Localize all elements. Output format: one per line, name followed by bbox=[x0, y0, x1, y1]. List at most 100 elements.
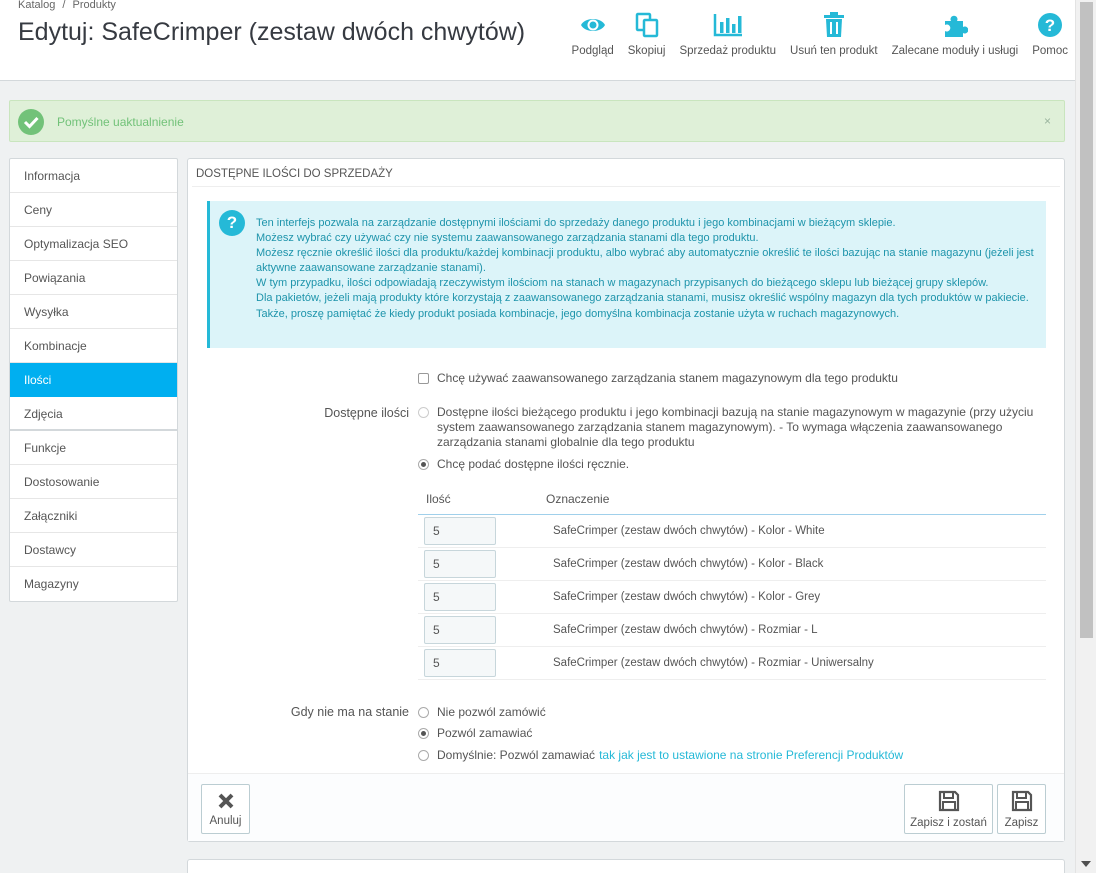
help-icon: ? bbox=[1035, 10, 1065, 40]
breadcrumb: Katalog / Produkty bbox=[18, 0, 120, 11]
page-title: Edytuj: SafeCrimper (zestaw dwóch chwytó… bbox=[18, 18, 526, 46]
panel-heading: Dostępne ilości do sprzedaży bbox=[196, 168, 393, 180]
info-line: Możesz ręcznie określić ilości dla produ… bbox=[256, 247, 1034, 275]
help-button[interactable]: ? Pomoc bbox=[1025, 10, 1075, 57]
page-scrollbar[interactable] bbox=[1075, 0, 1096, 873]
success-alert: Pomyślne uaktualnienie × bbox=[9, 100, 1065, 142]
alert-message: Pomyślne uaktualnienie bbox=[57, 115, 184, 129]
bar-chart-icon bbox=[713, 10, 743, 40]
oos-option-deny[interactable]: Nie pozwól zamówić bbox=[418, 705, 546, 720]
available-quantities-label: Dostępne ilości bbox=[324, 406, 409, 420]
oos-option-allow[interactable]: Pozwól zamawiać bbox=[418, 726, 532, 741]
recommended-modules-label: Zalecane moduły i usługi bbox=[891, 45, 1019, 57]
save-and-stay-label: Zapisz i zostań bbox=[910, 816, 987, 829]
eye-icon bbox=[578, 10, 608, 40]
scroll-down-arrow-icon[interactable] bbox=[1081, 861, 1091, 867]
info-line: Ten interfejs pozwala na zarządzanie dos… bbox=[256, 217, 896, 229]
page-header: Katalog / Produkty Edytuj: SafeCrimper (… bbox=[0, 0, 1075, 81]
info-line: W tym przypadku, ilości odpowiadają rzec… bbox=[256, 277, 989, 290]
tab-ilosci[interactable]: Ilości bbox=[10, 363, 177, 397]
duplicate-button[interactable]: Skopiuj bbox=[621, 10, 673, 57]
floppy-disk-icon bbox=[938, 790, 959, 811]
default-orders-radio[interactable] bbox=[418, 750, 429, 761]
sales-button[interactable]: Sprzedaż produktu bbox=[672, 10, 783, 57]
default-orders-label: Domyślnie: Pozwól zamawiać bbox=[437, 748, 596, 762]
tab-powiazania[interactable]: Powiązania bbox=[10, 261, 177, 295]
preview-label: Podgląd bbox=[571, 45, 614, 57]
available-option-stock-based[interactable]: Dostępne ilości bieżącego produktu i jeg… bbox=[418, 405, 1038, 450]
info-line: Możesz wybrać czy używać czy nie systemu… bbox=[256, 232, 759, 245]
quantity-input[interactable] bbox=[424, 649, 496, 677]
save-label: Zapisz bbox=[1004, 816, 1039, 829]
combination-name: SafeCrimper (zestaw dwóch chwytów) - Kol… bbox=[553, 558, 824, 570]
available-option-manual[interactable]: Chcę podać dostępne ilości ręcznie. bbox=[418, 457, 1038, 472]
combination-name: SafeCrimper (zestaw dwóch chwytów) - Kol… bbox=[553, 591, 821, 603]
info-box: ? Ten interfejs pozwala na zarządzanie d… bbox=[207, 201, 1046, 348]
svg-text:?: ? bbox=[1045, 16, 1055, 35]
close-icon[interactable]: × bbox=[1044, 114, 1051, 128]
cancel-button[interactable]: Anuluj bbox=[201, 784, 250, 834]
tab-wysylka[interactable]: Wysyłka bbox=[10, 295, 177, 329]
name-column-header: Oznaczenie bbox=[546, 492, 610, 506]
allow-orders-label: Pozwól zamawiać bbox=[437, 726, 533, 740]
combination-name: SafeCrimper (zestaw dwóch chwytów) - Roz… bbox=[553, 657, 874, 669]
deny-orders-label: Nie pozwól zamówić bbox=[437, 705, 546, 719]
breadcrumb-products[interactable]: Produkty bbox=[73, 0, 116, 11]
combination-name: SafeCrimper (zestaw dwóch chwytów) - Kol… bbox=[553, 525, 825, 537]
save-button[interactable]: Zapisz bbox=[997, 784, 1046, 834]
copy-icon bbox=[632, 10, 662, 40]
delete-label: Usuń ten produkt bbox=[790, 45, 878, 57]
puzzle-icon bbox=[940, 10, 970, 40]
quantities-panel: Dostępne ilości do sprzedaży ? Ten inter… bbox=[187, 158, 1065, 842]
scrollbar-thumb[interactable] bbox=[1080, 2, 1093, 638]
recommended-modules-button[interactable]: Zalecane moduły i usługi bbox=[885, 10, 1026, 57]
help-label: Pomoc bbox=[1032, 45, 1068, 57]
manual-label: Chcę podać dostępne ilości ręcznie. bbox=[437, 457, 630, 471]
tab-dostosowanie[interactable]: Dostosowanie bbox=[10, 465, 177, 499]
duplicate-label: Skopiuj bbox=[627, 45, 666, 57]
panel-footer: Anuluj Zapisz i zostań Zapisz bbox=[188, 773, 1064, 841]
check-circle-icon bbox=[18, 109, 44, 135]
breadcrumb-catalog[interactable]: Katalog bbox=[18, 0, 55, 11]
advanced-stock-option[interactable]: Chcę używać zaawansowanego zarządzania s… bbox=[418, 371, 898, 385]
tab-ceny[interactable]: Ceny bbox=[10, 193, 177, 227]
product-tabs-sidebar: Informacja Ceny Optymalizacja SEO Powiąz… bbox=[9, 158, 178, 602]
quantity-input[interactable] bbox=[424, 616, 496, 644]
table-row: SafeCrimper (zestaw dwóch chwytów) - Kol… bbox=[418, 581, 1046, 614]
stock-based-label: Dostępne ilości bieżącego produktu i jeg… bbox=[437, 405, 1034, 449]
toolbar: Podgląd Skopiuj Sprzedaż produktu Usuń t… bbox=[565, 10, 1075, 57]
out-of-stock-label: Gdy nie ma na stanie bbox=[290, 705, 409, 719]
next-panel bbox=[187, 859, 1065, 873]
product-preferences-link[interactable]: tak jak jest to ustawione na stronie Pre… bbox=[599, 748, 903, 763]
floppy-disk-icon bbox=[1011, 790, 1032, 811]
preview-button[interactable]: Podgląd bbox=[565, 10, 621, 57]
table-row: SafeCrimper (zestaw dwóch chwytów) - Kol… bbox=[418, 515, 1046, 548]
tab-informacja[interactable]: Informacja bbox=[10, 159, 177, 193]
delete-button[interactable]: Usuń ten produkt bbox=[783, 10, 885, 57]
save-and-stay-button[interactable]: Zapisz i zostań bbox=[904, 784, 993, 834]
trash-icon bbox=[819, 10, 849, 40]
sales-label: Sprzedaż produktu bbox=[679, 45, 777, 57]
stock-based-radio[interactable] bbox=[418, 407, 429, 418]
quantity-input[interactable] bbox=[424, 550, 496, 578]
close-x-icon bbox=[218, 793, 233, 808]
heading-divider bbox=[192, 186, 1060, 187]
deny-orders-radio[interactable] bbox=[418, 707, 429, 718]
cancel-label: Anuluj bbox=[209, 814, 242, 827]
quantity-input[interactable] bbox=[424, 517, 496, 545]
oos-option-default[interactable]: Domyślnie: Pozwól zamawiać tak jak jest … bbox=[418, 748, 903, 763]
tab-dostawcy[interactable]: Dostawcy bbox=[10, 533, 177, 567]
qty-column-header: Ilość bbox=[426, 492, 451, 506]
tab-seo[interactable]: Optymalizacja SEO bbox=[10, 227, 177, 261]
info-line: Dla pakietów, jeżeli mają produkty które… bbox=[256, 292, 1029, 305]
allow-orders-radio[interactable] bbox=[418, 728, 429, 739]
tab-kombinacje[interactable]: Kombinacje bbox=[10, 329, 177, 363]
tab-funkcje[interactable]: Funkcje bbox=[10, 431, 177, 465]
advanced-stock-checkbox[interactable] bbox=[418, 372, 429, 384]
manual-radio[interactable] bbox=[418, 459, 429, 470]
tab-zdjecia[interactable]: Zdjęcia bbox=[10, 397, 177, 431]
tab-zalaczniki[interactable]: Załączniki bbox=[10, 499, 177, 533]
table-header: Ilość Oznaczenie bbox=[418, 489, 1046, 515]
quantity-input[interactable] bbox=[424, 583, 496, 611]
tab-magazyny[interactable]: Magazyny bbox=[10, 567, 177, 601]
